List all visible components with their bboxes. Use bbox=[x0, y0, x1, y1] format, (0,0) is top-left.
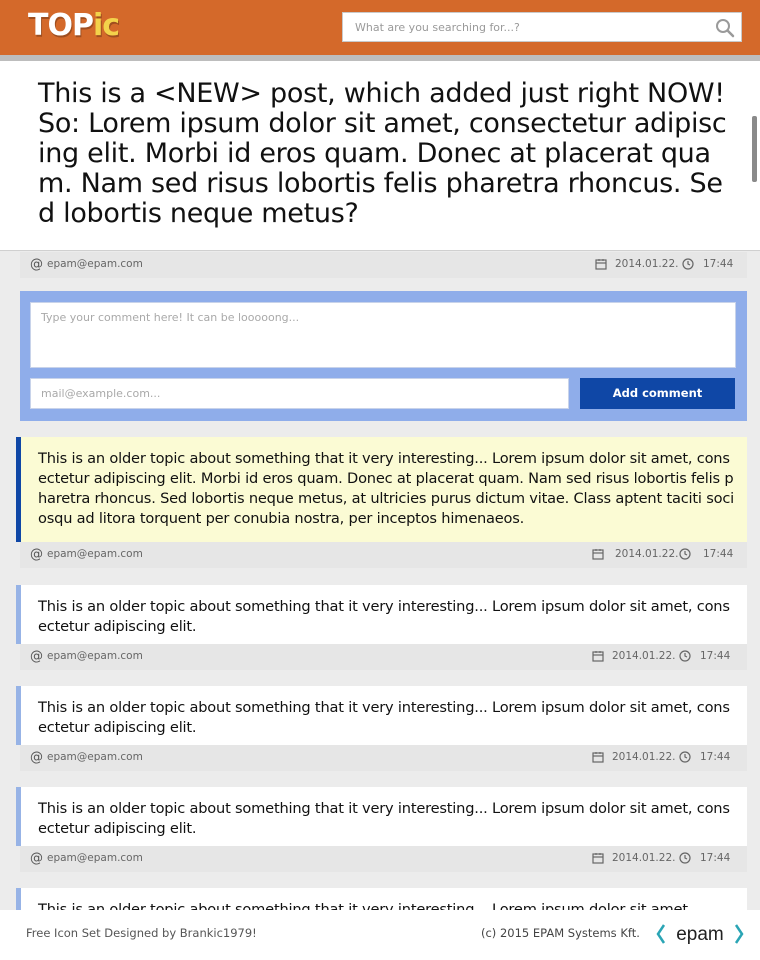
calendar-icon bbox=[595, 259, 607, 270]
app-logo[interactable]: TOPic bbox=[28, 6, 120, 46]
clock-icon bbox=[679, 751, 691, 763]
at-icon: @ bbox=[30, 750, 43, 765]
search-box bbox=[342, 12, 742, 42]
topic-time: 17:44 bbox=[700, 751, 731, 763]
scrollbar-thumb[interactable] bbox=[752, 116, 757, 182]
post-date: 2014.01.22. bbox=[615, 258, 679, 270]
topic-date: 2014.01.22. bbox=[612, 751, 676, 763]
topic-card[interactable]: This is an older topic about something t… bbox=[16, 437, 747, 542]
topic-time: 17:44 bbox=[700, 650, 731, 662]
topic-time: 17:44 bbox=[703, 548, 734, 560]
author-email[interactable]: epam@epam.com bbox=[47, 548, 143, 560]
topic-text: This is an older topic about something t… bbox=[38, 800, 730, 837]
calendar-icon bbox=[592, 853, 604, 864]
at-icon: @ bbox=[30, 649, 43, 664]
new-post: This is a <NEW> post, which added just r… bbox=[0, 61, 760, 250]
header-bar: TOPic bbox=[0, 0, 760, 55]
logo-main-text: TOP bbox=[28, 8, 94, 43]
new-post-divider bbox=[0, 250, 760, 251]
new-post-meta: @ epam@epam.com 2014.01.22. 17:44 bbox=[20, 252, 747, 278]
topic-date: 2014.01.22. bbox=[612, 650, 676, 662]
author-email[interactable]: epam@epam.com bbox=[47, 852, 143, 864]
search-icon[interactable] bbox=[715, 18, 735, 38]
new-post-text: This is a <NEW> post, which added just r… bbox=[38, 78, 727, 229]
email-field[interactable] bbox=[30, 378, 569, 409]
topic-text: This is an older topic about something t… bbox=[38, 450, 735, 527]
comment-textarea[interactable] bbox=[30, 302, 736, 368]
author-email[interactable]: epam@epam.com bbox=[47, 650, 143, 662]
topic-meta: @ epam@epam.com 2014.01.22. 17:44 bbox=[20, 542, 747, 568]
epam-logo[interactable]: epam bbox=[656, 918, 744, 952]
topic-card[interactable]: This is an older topic about something t… bbox=[16, 686, 747, 745]
post-time: 17:44 bbox=[703, 258, 734, 270]
author-email[interactable]: epam@epam.com bbox=[47, 258, 143, 270]
topic-date: 2014.01.22. bbox=[615, 548, 679, 560]
clock-icon bbox=[679, 852, 691, 864]
epam-logo-text: epam bbox=[676, 924, 724, 945]
icon-credit: Free Icon Set Designed by Brankic1979! bbox=[26, 926, 257, 940]
topic-date: 2014.01.22. bbox=[612, 852, 676, 864]
calendar-icon bbox=[592, 752, 604, 763]
topic-time: 17:44 bbox=[700, 852, 731, 864]
clock-icon bbox=[679, 548, 691, 560]
at-icon: @ bbox=[30, 547, 43, 562]
copyright: (c) 2015 EPAM Systems Kft. bbox=[481, 926, 640, 940]
topic-text: This is an older topic about something t… bbox=[38, 598, 730, 635]
calendar-icon bbox=[592, 651, 604, 662]
topic-text: This is an older topic about something t… bbox=[38, 699, 730, 736]
topic-card[interactable]: This is an older topic about something t… bbox=[16, 787, 747, 846]
topic-meta: @ epam@epam.com 2014.01.22. 17:44 bbox=[20, 745, 747, 771]
logo-accent-text: ic bbox=[92, 8, 120, 43]
at-icon: @ bbox=[30, 851, 43, 866]
topic-meta: @ epam@epam.com 2014.01.22. 17:44 bbox=[20, 846, 747, 872]
topic-meta: @ epam@epam.com 2014.01.22. 17:44 bbox=[20, 644, 747, 670]
at-icon: @ bbox=[30, 257, 43, 272]
search-input[interactable] bbox=[343, 13, 703, 41]
comment-form: Add comment bbox=[20, 291, 747, 421]
clock-icon bbox=[679, 650, 691, 662]
clock-icon bbox=[682, 258, 694, 270]
footer: Free Icon Set Designed by Brankic1979! (… bbox=[0, 910, 760, 960]
topic-card[interactable]: This is an older topic about something t… bbox=[16, 585, 747, 644]
calendar-icon bbox=[592, 549, 604, 560]
add-comment-button[interactable]: Add comment bbox=[580, 378, 735, 409]
author-email[interactable]: epam@epam.com bbox=[47, 751, 143, 763]
